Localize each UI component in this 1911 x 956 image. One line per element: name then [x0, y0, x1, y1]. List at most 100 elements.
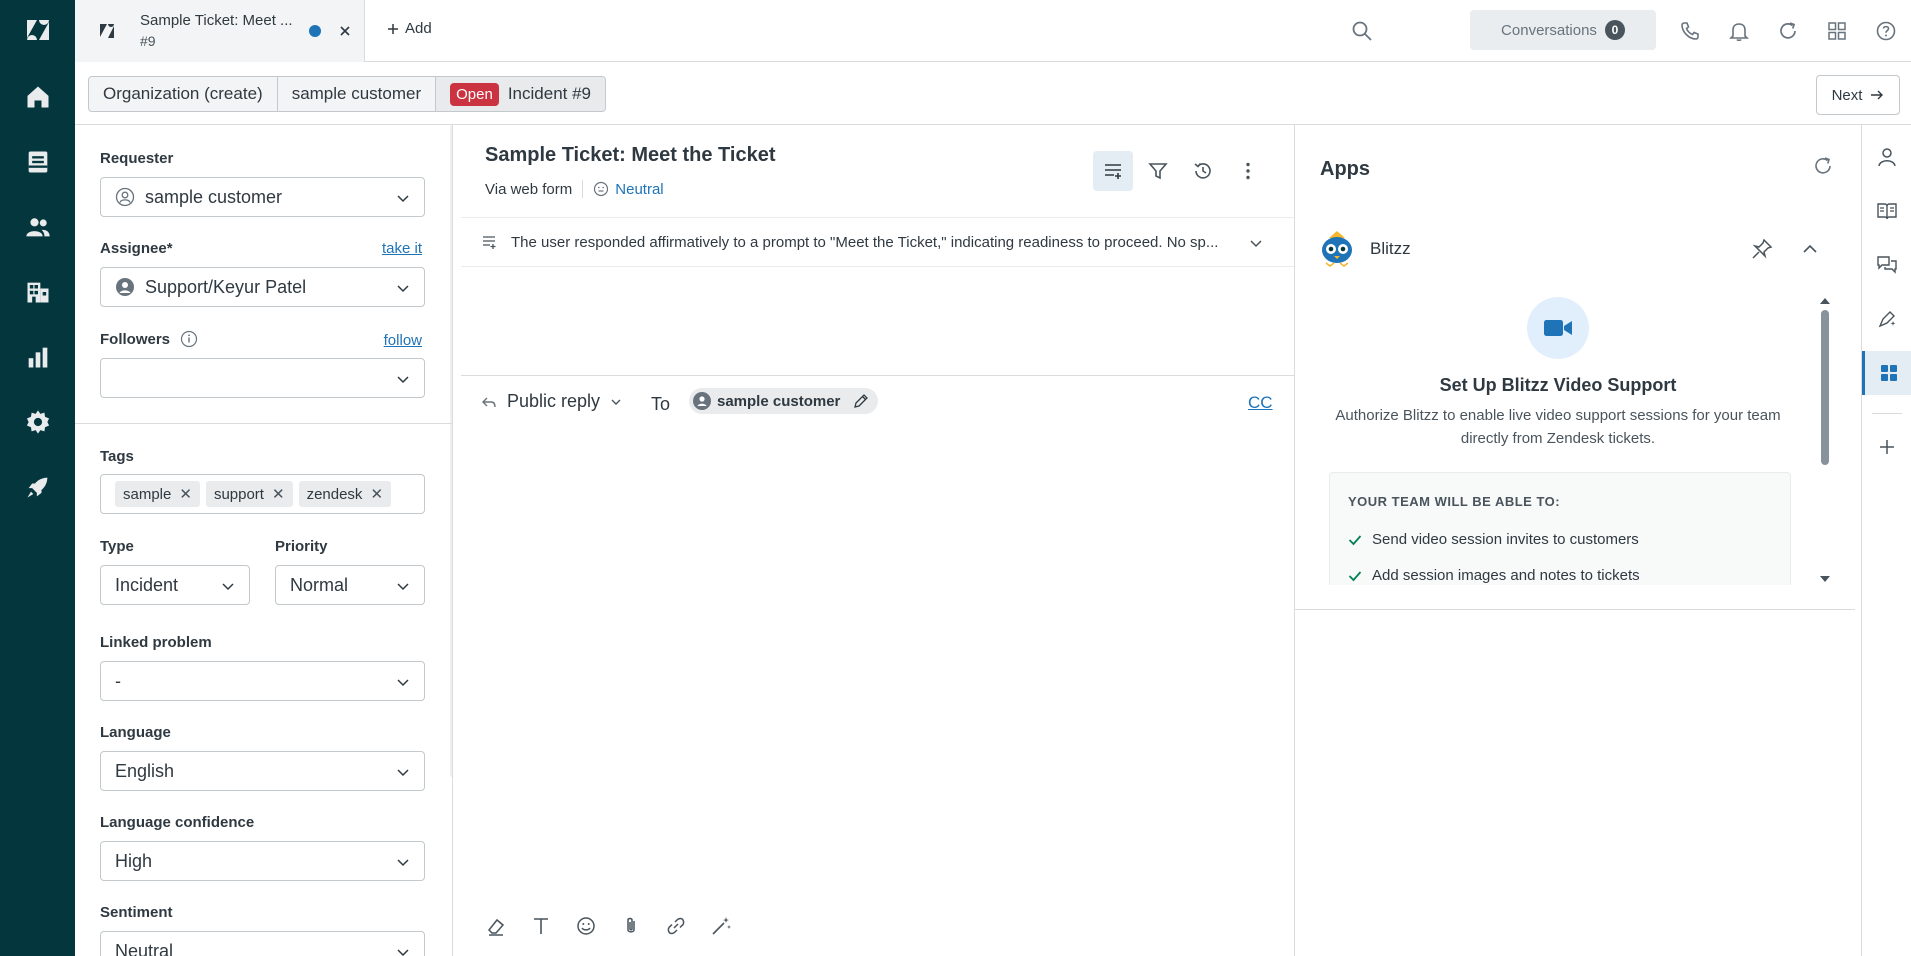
product-nav-rail [0, 0, 75, 956]
ticket-sentiment[interactable]: Neutral [593, 181, 664, 198]
side-conversations-button[interactable] [1862, 243, 1911, 287]
app-scroll-thumb[interactable] [1821, 310, 1829, 465]
ticket-tab[interactable]: Sample Ticket: Meet ... #9 [75, 0, 365, 62]
scroll-up-arrow-icon[interactable] [1818, 295, 1832, 305]
info-icon[interactable] [180, 330, 198, 348]
search-icon [1352, 21, 1372, 41]
more-options-button[interactable] [1228, 151, 1268, 191]
tag-label: support [213, 485, 264, 503]
breadcrumb-ticket[interactable]: Open Incident #9 [436, 77, 606, 111]
ticket-meta: Via web form Neutral [485, 180, 664, 198]
collapse-app-button[interactable] [1798, 237, 1822, 261]
ticket-properties-panel: Requester sample customer Assignee* take… [75, 125, 453, 956]
tags-field[interactable]: sample ✕ support ✕ zendesk ✕ [100, 474, 425, 514]
cc-link[interactable]: CC [1248, 393, 1273, 413]
followers-label-row: Followers [100, 330, 198, 348]
breadcrumb-organization[interactable]: Organization (create) [89, 77, 278, 111]
breadcrumb-requester[interactable]: sample customer [278, 77, 437, 111]
add-app-button[interactable] [1862, 425, 1911, 469]
sentiment-value: Neutral [115, 940, 174, 956]
priority-field[interactable]: Normal [275, 565, 425, 605]
emoji-icon [577, 917, 595, 935]
type-label: Type [100, 538, 134, 555]
product-tray-button[interactable] [1820, 14, 1854, 48]
help-button[interactable] [1869, 14, 1903, 48]
scroll-down-arrow-icon[interactable] [1818, 575, 1832, 585]
attach-button[interactable] [616, 911, 646, 941]
sparkle-pen-icon [1878, 311, 1896, 328]
home-icon[interactable] [0, 75, 75, 119]
chevron-down-icon [397, 376, 409, 384]
properties-scrollbar[interactable] [450, 125, 452, 777]
app-scrollbar[interactable] [1818, 295, 1832, 585]
reporting-icon[interactable] [0, 335, 75, 379]
summary-text: The user responded affirmatively to a pr… [511, 233, 1219, 251]
admin-gear-icon[interactable] [0, 400, 75, 444]
customers-icon[interactable] [0, 205, 75, 249]
intelligence-button[interactable] [1862, 297, 1911, 341]
emoji-button[interactable] [571, 911, 601, 941]
reply-type-selector[interactable]: Public reply [481, 391, 622, 412]
pin-app-button[interactable] [1750, 237, 1774, 261]
agent-avatar-icon [116, 278, 134, 296]
linked-problem-field[interactable]: - [100, 661, 425, 701]
feature-text: Add session images and notes to tickets [1372, 567, 1640, 584]
history-button[interactable] [1183, 151, 1223, 191]
get-started-rocket-icon[interactable] [0, 465, 75, 509]
language-confidence-field[interactable]: High [100, 841, 425, 881]
followers-field[interactable] [100, 358, 425, 398]
remove-tag-icon[interactable]: ✕ [370, 485, 383, 503]
user-icon [115, 187, 135, 207]
tag: zendesk ✕ [298, 481, 392, 507]
take-it-link[interactable]: take it [382, 240, 422, 257]
add-tab-button[interactable]: Add [387, 20, 432, 37]
search-button[interactable] [1345, 14, 1379, 48]
ai-enhance-button[interactable] [706, 911, 736, 941]
edit-pencil-icon[interactable] [852, 392, 870, 410]
ticket-tab-icon [100, 24, 114, 38]
link-button[interactable] [661, 911, 691, 941]
language-field[interactable]: English [100, 751, 425, 791]
next-ticket-button[interactable]: Next [1816, 75, 1900, 115]
refresh-button[interactable] [1771, 14, 1805, 48]
summary-toggle-button[interactable] [1093, 151, 1133, 191]
summary-list-icon [1105, 164, 1121, 179]
chevron-down-icon [397, 195, 409, 203]
remove-tag-icon[interactable]: ✕ [272, 485, 285, 503]
reply-composer[interactable]: Public reply To sample customer CC [461, 375, 1294, 956]
close-tab-button[interactable] [333, 19, 357, 43]
sentiment-label: Sentiment [100, 904, 173, 921]
app-description: Authorize Blitzz to enable live video su… [1335, 407, 1781, 447]
requester-field[interactable]: sample customer [100, 177, 425, 217]
zendesk-logo-icon[interactable] [0, 8, 75, 52]
apps-button[interactable] [1862, 351, 1911, 395]
feature-item: Add session images and notes to tickets [1348, 567, 1640, 584]
clear-formatting-button[interactable] [481, 911, 511, 941]
knowledge-button[interactable] [1862, 189, 1911, 233]
chevron-down-icon[interactable] [1248, 235, 1264, 251]
remove-tag-icon[interactable]: ✕ [179, 485, 192, 503]
assignee-field[interactable]: Support/Keyur Patel [100, 267, 425, 307]
apps-divider [1295, 609, 1855, 610]
type-field[interactable]: Incident [100, 565, 250, 605]
reply-type-label: Public reply [507, 391, 601, 411]
organizations-icon[interactable] [0, 270, 75, 314]
to-label: To [651, 394, 671, 414]
recipient-chip[interactable]: sample customer [689, 388, 879, 414]
follow-link[interactable]: follow [384, 332, 422, 349]
notifications-button[interactable] [1722, 14, 1756, 48]
breadcrumb: Organization (create) sample customer Op… [88, 76, 607, 112]
customer-context-button[interactable] [1862, 135, 1911, 179]
linked-problem-label: Linked problem [100, 634, 212, 651]
sentiment-field[interactable]: Neutral [100, 931, 425, 956]
talk-button[interactable] [1673, 14, 1707, 48]
filter-button[interactable] [1138, 151, 1178, 191]
check-icon [1348, 570, 1362, 581]
reload-apps-button[interactable] [1812, 155, 1838, 181]
views-icon[interactable] [0, 140, 75, 184]
text-format-button[interactable] [526, 911, 556, 941]
conversations-button[interactable]: Conversations 0 [1470, 10, 1656, 50]
tags-label: Tags [100, 448, 134, 465]
chevron-down-icon [397, 285, 409, 293]
tab-subtitle: #9 [140, 33, 156, 49]
